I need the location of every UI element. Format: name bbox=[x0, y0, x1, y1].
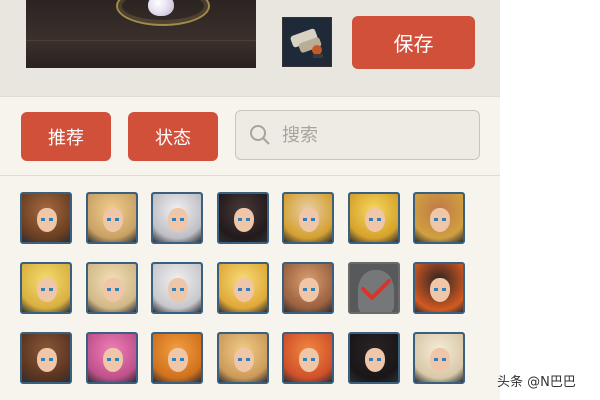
portrait-slot[interactable] bbox=[216, 262, 269, 314]
portrait-slot-selected[interactable] bbox=[347, 262, 400, 314]
portrait-slot[interactable] bbox=[151, 262, 203, 314]
character-preview bbox=[26, 0, 256, 68]
checkmark-icon bbox=[360, 279, 391, 300]
portrait-slot[interactable] bbox=[216, 332, 269, 384]
character-select-panel: 保存 推荐 状态 bbox=[0, 0, 500, 400]
portrait-slot[interactable] bbox=[347, 192, 400, 244]
scroll-weapon-icon bbox=[290, 28, 323, 58]
portrait-slot[interactable] bbox=[20, 262, 72, 314]
portrait-slot[interactable] bbox=[216, 192, 269, 244]
portrait-slot[interactable] bbox=[413, 262, 465, 314]
portrait-grid bbox=[20, 192, 480, 384]
portrait-slot[interactable] bbox=[413, 332, 465, 384]
filter-divider bbox=[0, 175, 500, 176]
portrait-slot[interactable] bbox=[151, 192, 203, 244]
save-button[interactable]: 保存 bbox=[352, 16, 475, 69]
portrait-slot[interactable] bbox=[282, 332, 334, 384]
search-field[interactable] bbox=[235, 110, 480, 160]
search-input[interactable] bbox=[280, 123, 464, 147]
recommend-filter-button[interactable]: 推荐 bbox=[21, 112, 111, 161]
portrait-slot[interactable] bbox=[20, 192, 72, 244]
portrait-slot[interactable] bbox=[85, 332, 138, 384]
portrait-slot[interactable] bbox=[347, 332, 400, 384]
header-area: 保存 bbox=[0, 0, 500, 96]
preview-floor bbox=[26, 40, 256, 41]
equipped-item-thumbnail[interactable] bbox=[282, 17, 332, 67]
status-filter-button[interactable]: 状态 bbox=[128, 112, 218, 161]
portrait-slot[interactable] bbox=[85, 262, 138, 314]
portrait-slot[interactable] bbox=[20, 332, 72, 384]
header-divider bbox=[0, 96, 500, 97]
portrait-slot[interactable] bbox=[282, 192, 334, 244]
portrait-slot[interactable] bbox=[85, 192, 138, 244]
portrait-slot[interactable] bbox=[151, 332, 203, 384]
portrait-slot[interactable] bbox=[282, 262, 334, 314]
search-icon bbox=[250, 125, 270, 145]
portrait-slot[interactable] bbox=[413, 192, 465, 244]
watermark-text: 头条 @N巴巴 bbox=[497, 375, 576, 390]
